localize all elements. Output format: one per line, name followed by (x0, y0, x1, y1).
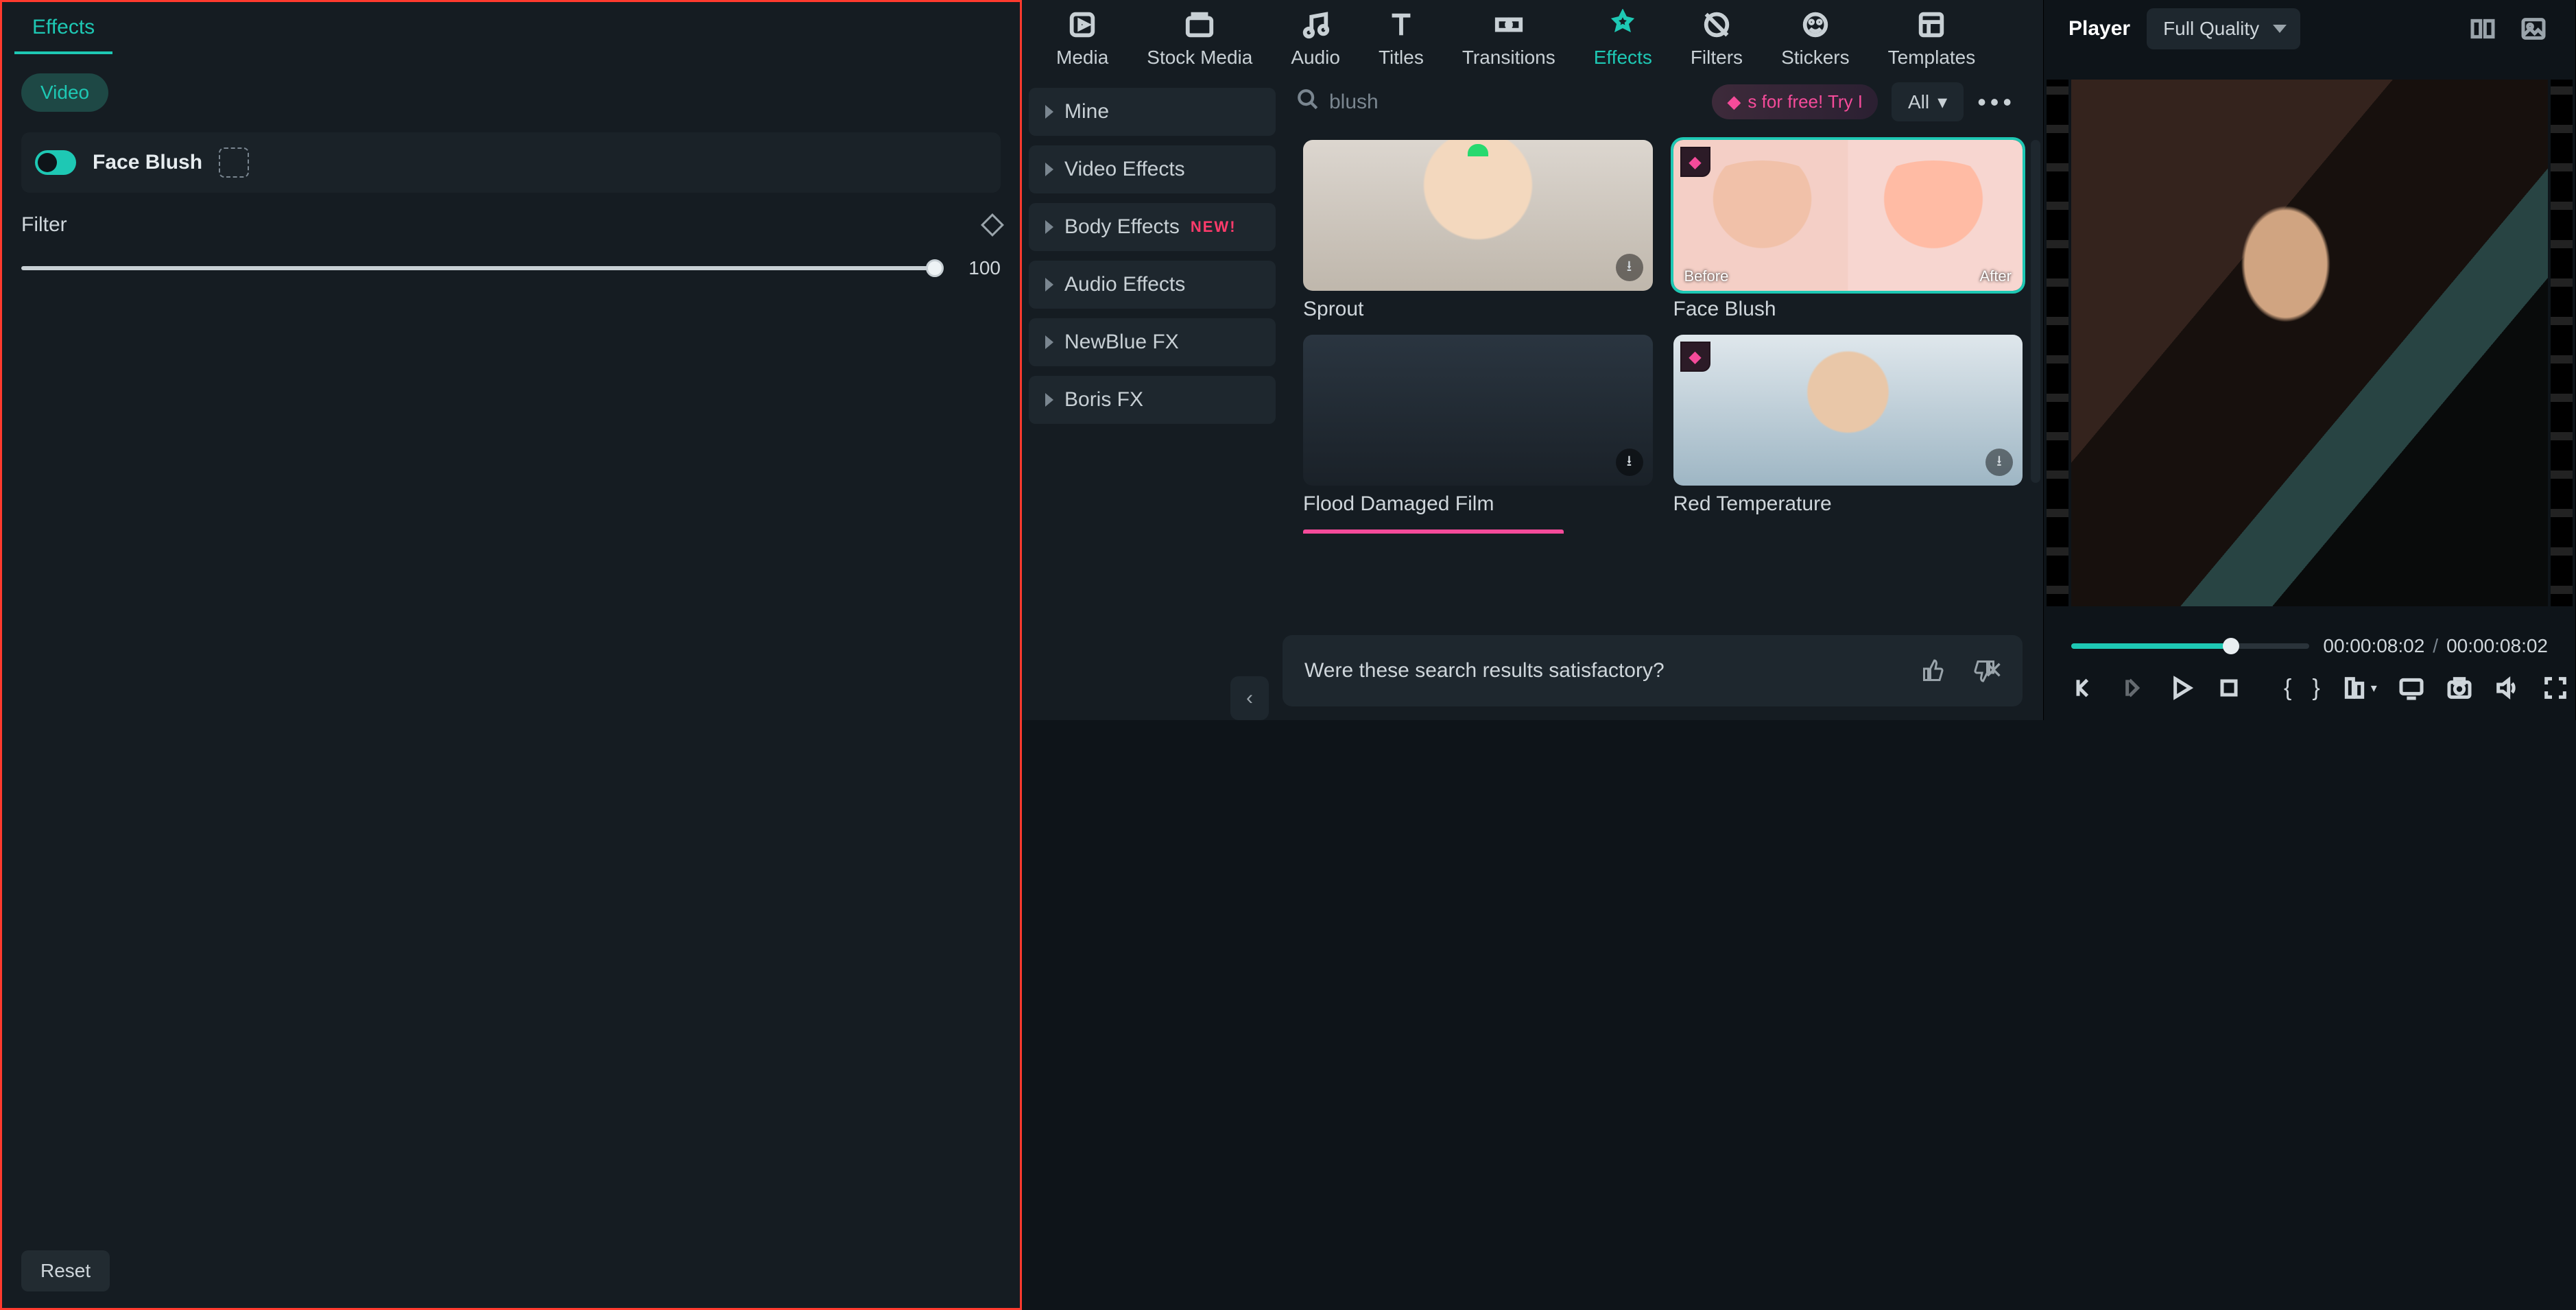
filter-dropdown[interactable]: All ▾ (1892, 82, 1964, 121)
tab-templates[interactable]: Templates (1888, 7, 1976, 69)
audio-icon (1295, 7, 1336, 43)
category-newblue-fx[interactable]: NewBlue FX (1029, 318, 1276, 366)
video-pill[interactable]: Video (21, 73, 108, 112)
promo-pill[interactable]: s for free! Try I (1712, 84, 1878, 119)
effect-category-list: Mine Video Effects Body EffectsNEW! Audio E… (1022, 75, 1283, 720)
chevron-right-icon (1045, 163, 1053, 176)
keyframe-icon[interactable] (981, 213, 1004, 237)
mark-in-button[interactable]: { (2284, 669, 2291, 706)
filter-label: Filter (21, 213, 67, 237)
next-row-peek (1303, 529, 1564, 534)
tab-transitions[interactable]: Transitions (1462, 7, 1555, 69)
filmstrip-left (2047, 80, 2068, 606)
effect-label: Sprout (1303, 298, 1653, 321)
display-button[interactable] (2398, 669, 2425, 706)
effect-thumb[interactable]: ⭳ (1303, 335, 1653, 486)
transitions-icon (1488, 7, 1529, 43)
effects-scrollbar[interactable] (2031, 140, 2040, 483)
effects-icon (1602, 7, 1643, 43)
compare-view-icon[interactable] (2466, 12, 2500, 46)
new-badge: NEW! (1191, 218, 1237, 236)
gem-icon: ◆ (1680, 147, 1710, 177)
chevron-right-icon (1045, 220, 1053, 234)
titles-icon (1381, 7, 1422, 43)
step-back-button[interactable] (2119, 669, 2147, 706)
mask-icon[interactable] (219, 147, 249, 178)
effect-card-flood[interactable]: ⭳ Flood Damaged Film (1303, 335, 1653, 516)
chevron-right-icon (1045, 393, 1053, 407)
tab-stickers[interactable]: Stickers (1781, 7, 1850, 69)
chevron-down-icon: ▾ (1937, 91, 1947, 113)
tab-media[interactable]: Media (1056, 7, 1108, 69)
gem-icon: ◆ (1680, 342, 1710, 372)
effect-card-faceblush[interactable]: ◆BeforeAfter Face Blush (1673, 140, 2023, 321)
mark-out-button[interactable]: } (2312, 669, 2319, 706)
download-icon[interactable]: ⭳ (1616, 449, 1643, 476)
picture-icon[interactable] (2516, 12, 2551, 46)
properties-panel: Effects Video Face Blush Filter 100 Rese… (0, 0, 1022, 1310)
filter-slider[interactable] (21, 266, 935, 270)
top-tabs: Media Stock Media Audio Titles Transitions Ef… (1022, 0, 2043, 69)
stickers-icon (1795, 7, 1836, 43)
effect-thumb[interactable]: ◆⭳ (1673, 335, 2023, 486)
tab-titles[interactable]: Titles (1379, 7, 1424, 69)
quality-dropdown[interactable]: Full Quality (2147, 8, 2300, 49)
tab-effects[interactable]: Effects (1594, 7, 1652, 69)
category-boris-fx[interactable]: Boris FX (1029, 376, 1276, 424)
face-blush-toggle[interactable] (35, 150, 76, 175)
prev-frame-button[interactable] (2071, 669, 2099, 706)
volume-button[interactable] (2494, 669, 2521, 706)
search-icon (1296, 88, 1320, 117)
tab-audio[interactable]: Audio (1291, 7, 1340, 69)
download-icon[interactable]: ⭳ (1985, 449, 2013, 476)
feedback-bar: Were these search results satisfactory? … (1283, 635, 2023, 706)
category-mine[interactable]: Mine (1029, 88, 1276, 136)
category-body-effects[interactable]: Body EffectsNEW! (1029, 203, 1276, 251)
timecode: 00:00:08:02/00:00:08:02 (2323, 635, 2548, 657)
back-button[interactable]: ‹ (1230, 676, 1269, 720)
close-icon[interactable]: ✕ (1984, 657, 2004, 684)
chevron-right-icon (1045, 278, 1053, 291)
effect-label: Flood Damaged Film (1303, 492, 1653, 516)
category-audio-effects[interactable]: Audio Effects (1029, 261, 1276, 309)
video-preview[interactable] (2071, 80, 2548, 606)
effect-card-sprout[interactable]: ⭳ Sprout (1303, 140, 1653, 321)
download-icon[interactable]: ⭳ (1616, 254, 1643, 281)
reset-button[interactable]: Reset (21, 1250, 110, 1291)
effect-name: Face Blush (93, 151, 202, 174)
chevron-right-icon (1045, 105, 1053, 119)
thumbs-up-icon[interactable] (1917, 654, 1950, 687)
category-video-effects[interactable]: Video Effects (1029, 145, 1276, 193)
filter-value: 100 (946, 257, 1001, 279)
effect-thumb[interactable]: ⭳ (1303, 140, 1653, 291)
properties-tab-effects[interactable]: Effects (14, 6, 112, 54)
search-query: blush (1329, 91, 1379, 114)
templates-icon (1911, 7, 1952, 43)
filmstrip-right (2551, 80, 2573, 606)
chevron-right-icon (1045, 335, 1053, 349)
seek-slider[interactable] (2071, 643, 2309, 649)
more-menu[interactable]: ••• (1977, 88, 2016, 117)
effects-grid: ⭳ Sprout ◆BeforeAfter Face Blush ⭳ Flood Dama… (1303, 140, 2023, 516)
stock-icon (1179, 7, 1220, 43)
search-input[interactable]: blush (1296, 88, 1698, 117)
preview-frame (2071, 80, 2548, 606)
effect-label: Red Temperature (1673, 492, 2023, 516)
media-icon (1062, 7, 1103, 43)
tab-filters[interactable]: Filters (1691, 7, 1743, 69)
play-button[interactable] (2167, 669, 2195, 706)
player-title: Player (2068, 17, 2130, 40)
tab-stock[interactable]: Stock Media (1147, 7, 1252, 69)
ratio-button[interactable]: ▾ (2341, 669, 2377, 706)
filters-icon (1696, 7, 1737, 43)
effect-label: Face Blush (1673, 298, 2023, 321)
effect-card-redtemp[interactable]: ◆⭳Red Temperature (1673, 335, 2023, 516)
stop-button[interactable] (2215, 669, 2243, 706)
snapshot-button[interactable] (2446, 669, 2473, 706)
fullscreen-button[interactable] (2542, 669, 2569, 706)
effect-thumb[interactable]: ◆BeforeAfter (1673, 140, 2023, 291)
